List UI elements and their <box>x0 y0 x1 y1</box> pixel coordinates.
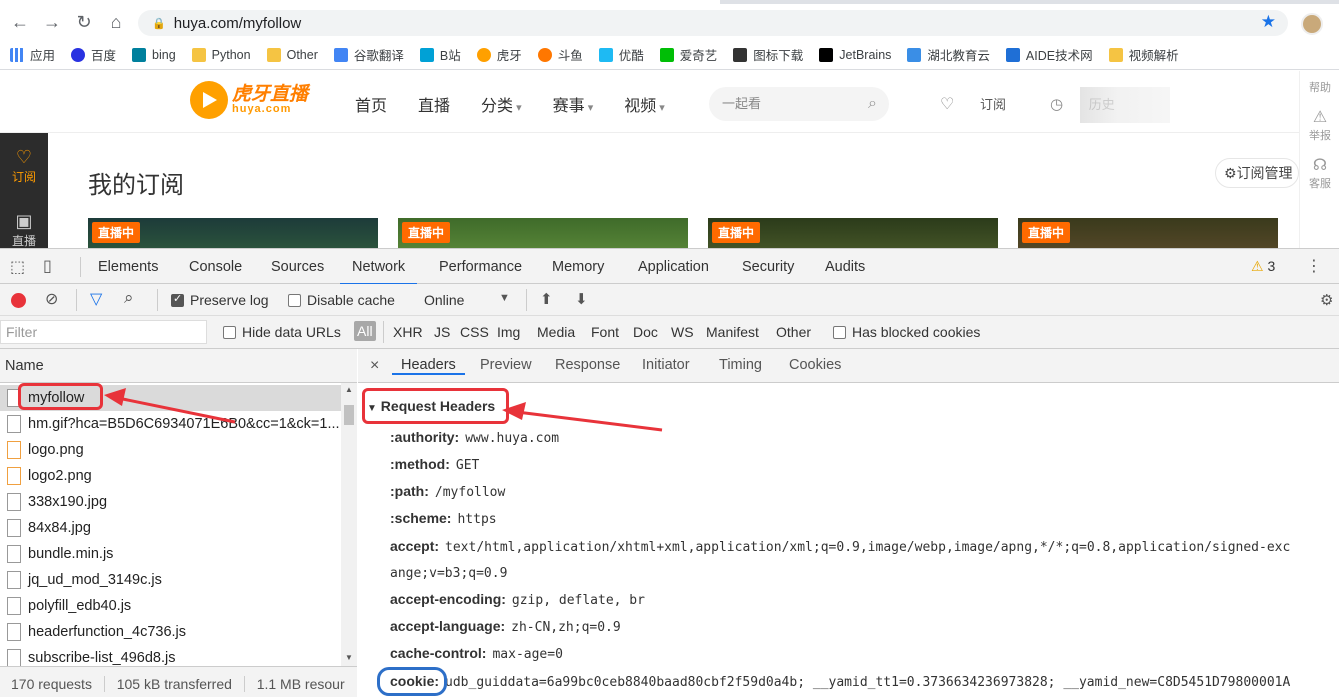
annotation-arrow <box>502 402 663 432</box>
annotation-arrow <box>104 388 236 424</box>
annotation-arrows <box>104 388 663 432</box>
